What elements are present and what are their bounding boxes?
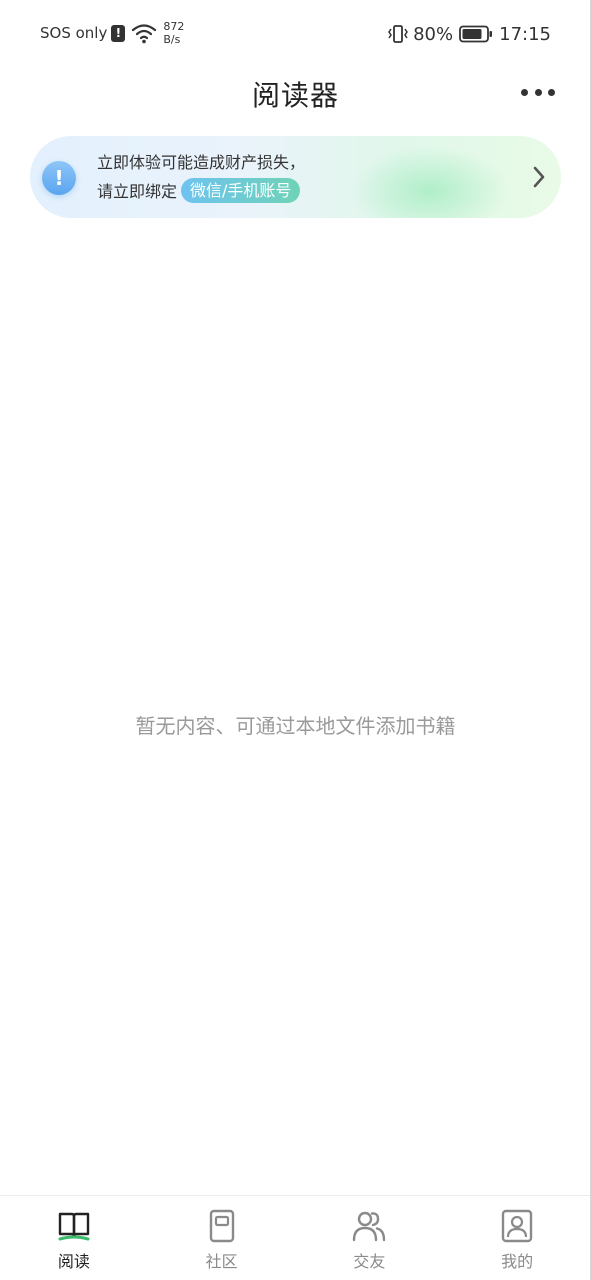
more-dot — [534, 88, 542, 96]
more-dots-icon[interactable] — [521, 84, 555, 100]
wifi-icon — [132, 24, 157, 44]
nav-item-read[interactable]: 阅读 — [0, 1196, 148, 1280]
net-speed: 872 B/s — [163, 20, 184, 46]
nav-label-mine: 我的 — [501, 1252, 534, 1271]
nav-item-friends[interactable]: 交友 — [296, 1196, 444, 1280]
more-dot — [521, 88, 528, 96]
bind-account-chip[interactable]: 微信/手机账号 — [181, 177, 301, 203]
banner-glow — [350, 146, 510, 218]
nav-item-mine[interactable]: 我的 — [443, 1196, 591, 1280]
info-alert-icon: ! — [42, 161, 76, 195]
book-open-icon — [58, 1212, 90, 1241]
status-right: 80% 17:15 — [387, 20, 551, 48]
banner-bind-row: 请立即绑定 微信/手机账号 — [97, 177, 301, 203]
banner-warning-text: 立即体验可能造成财产损失， — [97, 153, 306, 172]
vibrate-icon — [388, 25, 409, 43]
banner-bind-prefix: 请立即绑定 — [97, 182, 178, 201]
nav-label-community: 社区 — [205, 1252, 238, 1271]
status-bar: SOS only ! 872 B/s 80% 17:15 — [0, 0, 591, 66]
battery-icon — [459, 25, 493, 43]
net-speed-value: 872 — [163, 20, 185, 33]
status-left: SOS only ! 872 B/s — [40, 18, 184, 48]
clock: 17:15 — [499, 23, 551, 45]
app-screen: SOS only ! 872 B/s 80% 17:15 阅读器 ! 立即体验可… — [0, 0, 591, 1280]
bind-account-banner[interactable]: ! 立即体验可能造成财产损失， 请立即绑定 微信/手机账号 — [30, 136, 561, 218]
battery-percent: 80% — [413, 23, 454, 45]
bottom-nav: 阅读 社区 交友 我的 — [0, 1195, 591, 1280]
profile-icon — [501, 1209, 533, 1243]
nav-item-community[interactable]: 社区 — [148, 1196, 296, 1280]
empty-state-text: 暂无内容、可通过本地文件添加书籍 — [135, 714, 456, 738]
app-header: 阅读器 — [0, 66, 591, 122]
chevron-right-icon — [533, 166, 545, 188]
friends-icon — [353, 1211, 386, 1242]
community-icon — [209, 1209, 234, 1243]
page-title: 阅读器 — [251, 79, 339, 112]
nav-label-friends: 交友 — [353, 1252, 386, 1271]
alert-icon: ! — [111, 24, 126, 42]
nav-label-read: 阅读 — [57, 1252, 90, 1271]
more-dot — [548, 88, 555, 96]
net-speed-unit: B/s — [163, 33, 181, 46]
carrier-text: SOS only — [40, 24, 108, 42]
